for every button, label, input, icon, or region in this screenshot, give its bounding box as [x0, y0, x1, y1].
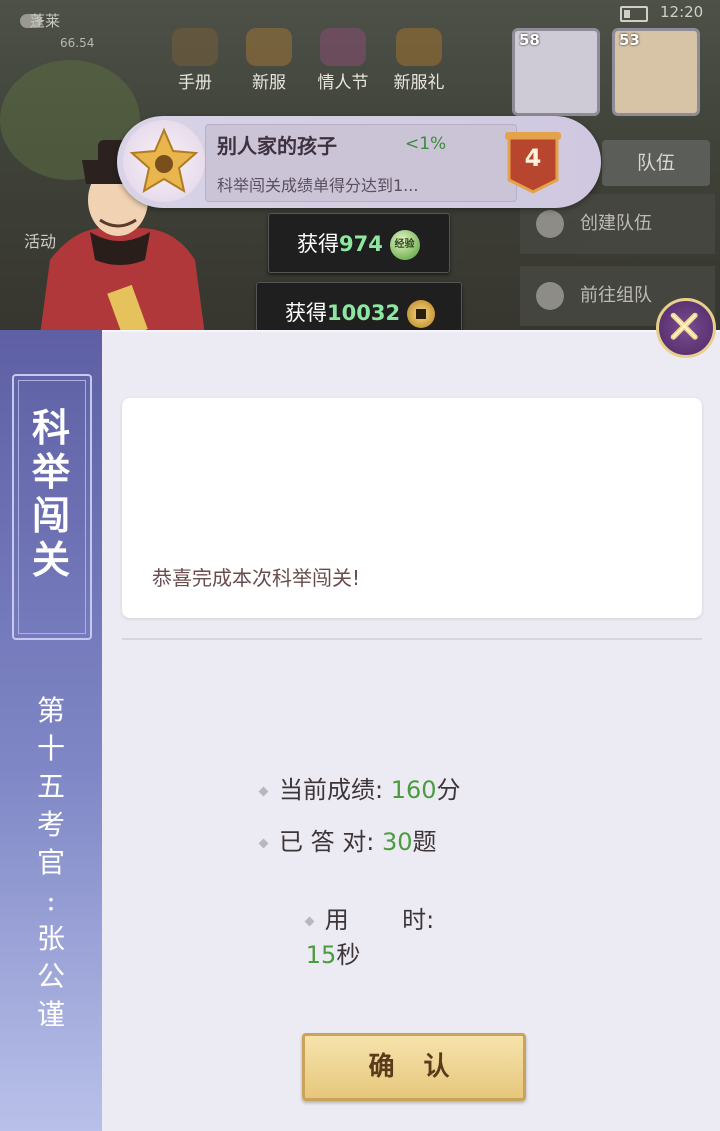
menu-new-server-gift[interactable]: 新服礼 — [384, 28, 454, 93]
star-badge-icon — [123, 120, 205, 202]
menu-label: 情人节 — [317, 73, 369, 93]
party-member-level: 58 — [519, 31, 540, 49]
stat-unit: 秒 — [336, 941, 361, 969]
party-member-avatar[interactable]: 58 — [512, 28, 600, 116]
examiner-char: 十 — [36, 732, 65, 765]
examiner-char: 五 — [36, 770, 65, 803]
stat-time: 用 时: 15秒 — [260, 872, 434, 998]
stat-unit: 题 — [412, 828, 437, 856]
close-icon — [670, 312, 698, 340]
bullet-icon — [304, 916, 315, 926]
reward-amount: 974 — [339, 232, 383, 256]
reward-prefix: 获得 — [297, 232, 339, 256]
menu-handbook[interactable]: 手册 — [160, 28, 230, 93]
stat-correct: 已 答 对: 30题 — [258, 822, 437, 857]
clock: 12:20 — [660, 3, 704, 21]
stat-label: 当前成绩: — [279, 776, 384, 804]
add-user-icon — [536, 282, 564, 310]
modal-title: 科 举 闯 关 — [0, 406, 102, 582]
new-server-icon — [246, 28, 292, 66]
bullet-icon — [258, 838, 269, 848]
modal-sidebar: 科 举 闯 关 第 十 五 考 官 : 张 公 谨 — [0, 330, 102, 1131]
party-member-avatar[interactable]: 53 — [612, 28, 700, 116]
stat-label: 用 时: — [324, 906, 435, 934]
stat-unit: 分 — [436, 776, 461, 804]
message-card: 恭喜完成本次科举闯关! — [122, 398, 702, 618]
valentines-icon — [320, 28, 366, 66]
examiner-char: 第 — [36, 694, 65, 727]
flag-icon — [536, 210, 564, 238]
exam-result-modal: 科 举 闯 关 第 十 五 考 官 : 张 公 谨 恭喜完成本次科举闯关! 当前… — [0, 330, 720, 1131]
party-member-level: 53 — [619, 31, 640, 49]
create-team-label: 创建队伍 — [580, 213, 652, 234]
examiner-char: : — [46, 884, 56, 917]
stat-label: 已 答 对: — [279, 828, 375, 856]
reward-prefix: 获得 — [285, 301, 327, 325]
title-char: 关 — [31, 537, 70, 582]
stat-value: 15 — [305, 941, 337, 969]
examiner-name: 第 十 五 考 官 : 张 公 谨 — [0, 692, 102, 1034]
location-coords: 66.54 — [60, 36, 95, 50]
achievement-description: 科举闯关成绩单得分达到1... — [217, 176, 419, 195]
tab-team[interactable]: 队伍 — [602, 140, 710, 186]
stat-value: 30 — [381, 828, 413, 856]
achievement-title: 别人家的孩子 — [217, 134, 337, 158]
divider — [122, 638, 702, 640]
achievement-level: 4 — [524, 144, 542, 172]
examiner-char: 公 — [36, 960, 65, 993]
battery-icon — [620, 6, 648, 22]
examiner-char: 张 — [36, 922, 65, 955]
reward-exp: 获得974 经验 — [268, 213, 450, 273]
close-button[interactable] — [656, 298, 716, 358]
join-team-label: 前往组队 — [580, 285, 652, 306]
exp-icon: 经验 — [389, 230, 420, 260]
title-char: 闯 — [31, 493, 70, 538]
menu-label: 新服 — [252, 73, 286, 93]
title-char: 举 — [31, 449, 70, 494]
menu-valentines[interactable]: 情人节 — [308, 28, 378, 93]
confirm-button[interactable]: 确 认 — [302, 1033, 526, 1101]
examiner-char: 官 — [36, 846, 65, 879]
gift-icon — [396, 28, 442, 66]
coin-icon — [406, 300, 435, 328]
examiner-char: 谨 — [36, 998, 65, 1031]
menu-label: 新服礼 — [393, 73, 445, 93]
handbook-icon — [172, 28, 218, 66]
title-char: 科 — [31, 405, 70, 450]
congrats-message: 恭喜完成本次科举闯关! — [152, 566, 361, 590]
location-name: 蓬莱 — [30, 12, 61, 30]
stat-value: 160 — [390, 776, 437, 804]
stat-score: 当前成绩: 160分 — [258, 770, 461, 805]
achievement-level-badge: 4 — [503, 132, 563, 194]
examiner-char: 考 — [36, 808, 65, 841]
menu-label: 手册 — [178, 73, 212, 93]
modal-content: 恭喜完成本次科举闯关! 当前成绩: 160分 已 答 对: 30题 用 时: 1… — [102, 330, 720, 1131]
achievement-toast: 别人家的孩子 <1% 科举闯关成绩单得分达到1... 4 — [117, 116, 601, 208]
reward-amount: 10032 — [327, 301, 401, 325]
menu-new-server[interactable]: 新服 — [234, 28, 304, 93]
achievement-percent: <1% — [405, 134, 447, 154]
bullet-icon — [258, 786, 269, 796]
